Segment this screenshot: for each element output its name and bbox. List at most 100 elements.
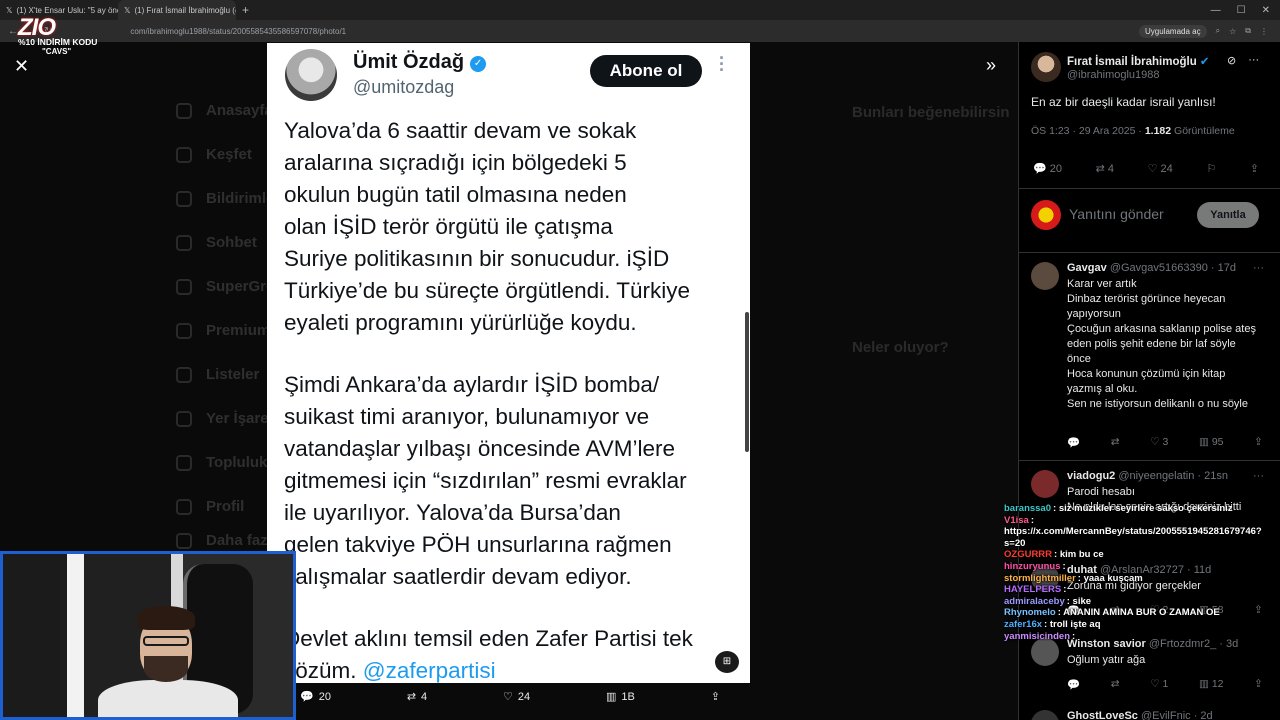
avatar[interactable] — [1031, 52, 1061, 82]
repost-action[interactable]: ⇄ 4 — [407, 690, 427, 704]
reply-button[interactable]: Yanıtla — [1197, 202, 1259, 228]
reply-action[interactable]: 💬 20 — [300, 690, 331, 704]
like-count: 3 — [1162, 436, 1169, 448]
chat-text: : yaaa kuşcam — [1077, 572, 1143, 584]
close-icon[interactable]: ✕ — [14, 56, 29, 77]
views-action[interactable]: ▥ 1B — [606, 690, 635, 704]
image-badge-icon[interactable]: ⊞ — [715, 651, 739, 673]
share-icon[interactable]: ⇪ — [1254, 678, 1263, 691]
more-options-icon[interactable]: ··· — [1253, 262, 1264, 274]
pane-tweet-meta: ÖS 1:23 · 29 Ara 2025 · 1.182 Görüntülem… — [1031, 125, 1235, 137]
new-tab-button[interactable]: + — [236, 3, 255, 17]
more-options-icon[interactable]: ··· — [1253, 470, 1264, 482]
list-icon — [176, 366, 192, 383]
avatar — [1031, 200, 1061, 230]
chat-text: : — [1062, 560, 1066, 572]
bg-nav-item: Sohbet — [176, 234, 257, 251]
bookmark-icon[interactable]: ⚐ — [1206, 162, 1216, 175]
repost-icon[interactable]: ⇄ — [1111, 436, 1120, 449]
views-action[interactable]: ▥ 95 — [1199, 436, 1224, 449]
chat-message: OZGURRR: kim bu ce — [1004, 549, 1274, 561]
chat-username: OZGURRR — [1004, 549, 1053, 561]
reply-author[interactable]: viadogu2 — [1067, 470, 1115, 482]
repost-action[interactable]: ⇄ 4 — [1096, 162, 1114, 175]
bookmark-star-icon[interactable]: ☆ — [1229, 27, 1236, 36]
views-count: 1B — [621, 690, 635, 703]
grok-icon[interactable]: ⊘ — [1227, 54, 1236, 67]
chat-username: admiralaceby — [1004, 595, 1065, 607]
bg-nav-item: Anasayfa — [176, 102, 273, 119]
bg-nav-label: Sohbet — [206, 234, 257, 251]
reply-action[interactable]: 💬 20 — [1033, 162, 1062, 175]
divider — [1019, 252, 1280, 253]
back-icon[interactable]: ← — [8, 26, 18, 37]
share-icon[interactable]: ⇪ — [1254, 436, 1263, 449]
reply-action-bar: 💬 ⇄ ♡ 3 ▥ 95 ⇪ — [1067, 436, 1263, 449]
like-action[interactable]: ♡ 1 — [1150, 678, 1168, 691]
chat-text: : — [1072, 630, 1076, 642]
bg-nav-item: Profil — [176, 498, 244, 515]
reply-header: GhostLoveSc @EvilFnic · 2d — [1067, 710, 1213, 720]
menu-icon[interactable]: ⋮ — [1260, 27, 1268, 36]
divider — [1019, 188, 1280, 189]
author-name-text: Fırat İsmail İbrahimoğlu — [1067, 56, 1197, 68]
more-options-icon[interactable]: ··· — [1248, 54, 1259, 67]
url-field[interactable]: com/ibrahimoglu1988/status/2005585435586… — [130, 27, 346, 36]
streamer-glasses — [143, 636, 189, 646]
window-controls: — ☐ ✕ — [1211, 5, 1280, 16]
reply-author[interactable]: GhostLoveSc — [1067, 710, 1138, 720]
bg-nav-label: Keşfet — [206, 146, 252, 163]
repost-count: 4 — [1107, 163, 1114, 175]
maximize-icon[interactable]: ☐ — [1237, 5, 1246, 16]
pane-author-handle[interactable]: @ibrahimoglu1988 — [1067, 69, 1160, 81]
avatar[interactable] — [1031, 470, 1059, 498]
grok-icon — [176, 278, 192, 295]
reply-icon[interactable]: 💬 — [1067, 678, 1080, 691]
bookmark-icon — [176, 410, 192, 427]
zoom-icon[interactable]: ⌕ — [1216, 26, 1220, 36]
chat-message: yanmisicinden: — [1004, 631, 1274, 643]
like-count: 1 — [1162, 678, 1169, 690]
like-action[interactable]: ♡ 24 — [1148, 162, 1173, 175]
close-window-icon[interactable]: ✕ — [1262, 5, 1270, 16]
streamer-hair — [137, 606, 195, 630]
promo-code-label: %10 İNDİRİM KODU — [18, 37, 98, 47]
open-in-app-button[interactable]: Uygulamada aç — [1139, 24, 1207, 38]
scrollbar[interactable] — [745, 312, 749, 452]
like-action[interactable]: ♡ 3 — [1150, 436, 1168, 449]
browser-tab-active[interactable]: 𝕏 (1) Fırat İsmail İbrahimoğlu (@ — [118, 0, 236, 20]
reply-icon[interactable]: 💬 — [1067, 436, 1080, 449]
repost-icon[interactable]: ⇄ — [1111, 678, 1120, 691]
image-paragraph: Şimdi Ankara’da aylardır İŞİD bomba/ sui… — [284, 372, 687, 589]
promo-logo: ZIO — [18, 14, 56, 41]
views-action[interactable]: ▥ 12 — [1199, 678, 1224, 691]
image-paragraph: Yalova’da 6 saattir devam ve sokak arala… — [284, 118, 691, 335]
like-action[interactable]: ♡ 24 — [503, 690, 530, 704]
tweet-media-image: Ümit Özdağ ✓ @umitozdag Abone ol · · · Yalo… — [267, 43, 750, 683]
chat-text: : ANANIN AMINA BUR O ZAMAN OE — [1057, 607, 1220, 619]
avatar[interactable] — [1031, 262, 1059, 290]
streamer-shirt — [98, 680, 238, 717]
bg-nav-item: Keşfet — [176, 146, 252, 163]
views-icon: ▥ — [606, 691, 617, 703]
reply-input[interactable]: Yanıtını gönder — [1069, 206, 1164, 222]
chat-text: https://x.com/MercannBey/status/20055519… — [1004, 526, 1262, 549]
extensions-icon[interactable]: ⧉ — [1245, 26, 1251, 36]
tweet-time[interactable]: ÖS 1:23 · 29 Ara 2025 · — [1031, 125, 1145, 137]
avatar[interactable] — [1031, 638, 1059, 666]
minimize-icon[interactable]: — — [1211, 5, 1221, 16]
avatar[interactable] — [1031, 710, 1059, 720]
chat-text: : — [1063, 584, 1067, 596]
chat-text: : kim bu ce — [1054, 549, 1104, 561]
share-action[interactable]: ⇪ — [711, 690, 720, 703]
reply-header: Gavgav @Gavgav51663390 · 17d — [1067, 262, 1236, 274]
bg-nav-item: Premium — [176, 322, 270, 339]
pane-author-name[interactable]: Fırat İsmail İbrahimoğlu ✔ — [1067, 54, 1210, 68]
bg-nav-label: Anasayfa — [206, 102, 273, 119]
share-icon[interactable]: ⇪ — [1250, 162, 1259, 175]
expand-panel-icon[interactable]: » — [986, 55, 996, 76]
more-options-icon: · · · — [719, 48, 725, 80]
image-author-name: Ümit Özdağ ✓ — [353, 51, 487, 74]
reply-author[interactable]: Gavgav — [1067, 262, 1107, 274]
chat-username: yanmisicinden — [1004, 630, 1070, 642]
